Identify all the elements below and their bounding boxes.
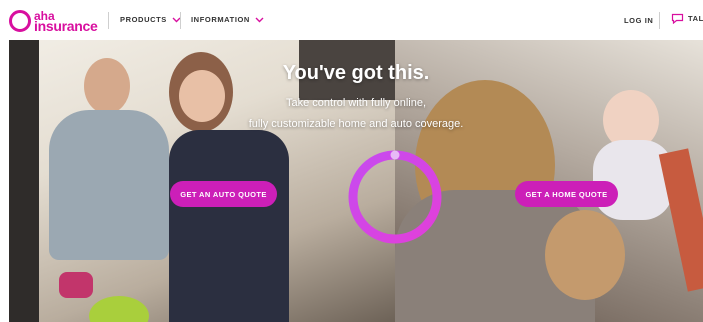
logo-wordmark: aha insurance	[34, 10, 98, 34]
hero-subline-2: fully customizable home and auto coverag…	[248, 118, 464, 130]
girl-dress-shape	[169, 130, 289, 322]
nav-products-label: PRODUCTS	[120, 15, 167, 24]
sponge-shape	[89, 296, 149, 322]
get-auto-quote-button[interactable]: GET AN AUTO QUOTE	[170, 181, 277, 207]
loading-ring-icon	[348, 150, 442, 244]
logo-line2: insurance	[34, 18, 98, 34]
login-link[interactable]: LOG IN	[624, 16, 653, 25]
nav-information[interactable]: INFORMATION	[191, 15, 264, 24]
bucket-shape	[59, 272, 93, 298]
header-divider	[659, 12, 660, 29]
book-shape	[658, 148, 703, 292]
baby-outfit-shape	[593, 140, 673, 220]
header-divider	[108, 12, 109, 29]
talk-button[interactable]: TALK	[671, 13, 703, 24]
hero-headline: You've got this.	[282, 62, 430, 84]
talk-label: TALK	[688, 14, 703, 23]
logo-ring-icon	[9, 10, 31, 32]
hero-banner: You've got this. Take control with fully…	[9, 40, 703, 322]
nav-information-label: INFORMATION	[191, 15, 250, 24]
site-header: aha insurance PRODUCTS INFORMATION LOG I…	[0, 0, 703, 40]
child-hair-shape	[545, 210, 625, 300]
get-home-quote-button[interactable]: GET A HOME QUOTE	[515, 181, 618, 207]
chevron-down-icon	[255, 17, 264, 22]
chat-bubble-icon	[671, 13, 684, 24]
hero-subline-1: Take control with fully online,	[285, 97, 426, 109]
nav-products[interactable]: PRODUCTS	[120, 15, 181, 24]
aha-insurance-logo[interactable]: aha insurance	[9, 8, 98, 34]
header-divider	[180, 12, 181, 29]
man-shirt-shape	[49, 110, 169, 260]
